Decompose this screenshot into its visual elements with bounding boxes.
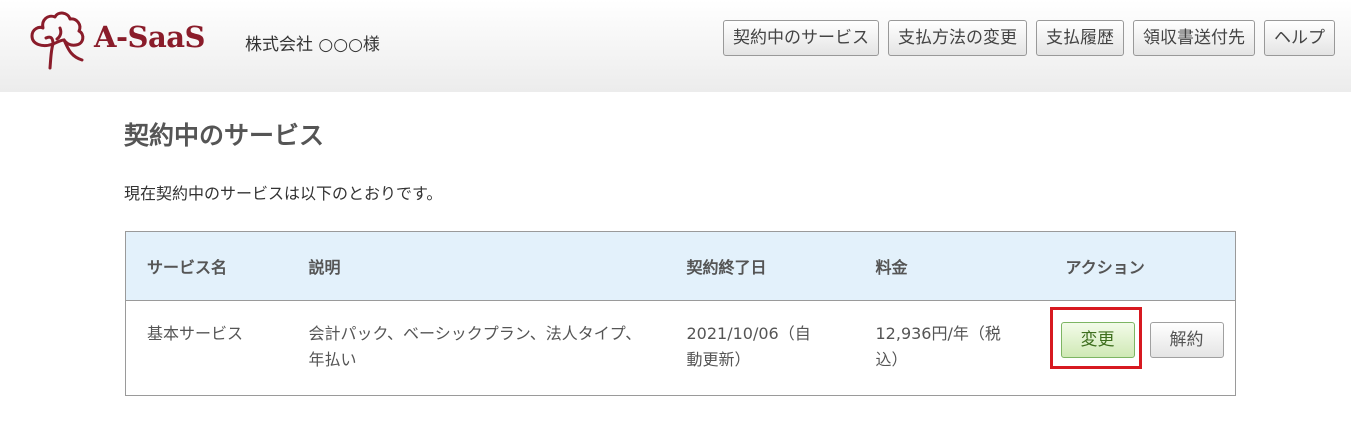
table-header-row: サービス名 説明 契約終了日 料金 アクション bbox=[125, 231, 1236, 301]
tree-logo-icon bbox=[30, 11, 85, 70]
table-row: 基本サービス 会計パック、ベーシックプラン、法人タイプ、年払い 2021/10/… bbox=[126, 301, 1236, 396]
page-title: 契約中のサービス bbox=[124, 121, 325, 150]
change-button[interactable]: 変更 bbox=[1060, 322, 1135, 358]
nav-payment-history-button[interactable]: 支払履歴 bbox=[1036, 20, 1124, 56]
company-name: 株式会社 ○○○様 bbox=[245, 35, 380, 55]
header-action: アクション bbox=[1044, 231, 1236, 301]
intro-text: 現在契約中のサービスは以下のとおりです。 bbox=[124, 184, 443, 203]
cell-description: 会計パック、ベーシックプラン、法人タイプ、年払い bbox=[308, 324, 642, 369]
brand-logo[interactable]: A-SaaS bbox=[24, 8, 214, 72]
nav-contracted-services-button[interactable]: 契約中のサービス bbox=[723, 20, 879, 56]
nav-receipt-address-button[interactable]: 領収書送付先 bbox=[1133, 20, 1255, 56]
top-nav: 契約中のサービス 支払方法の変更 支払履歴 領収書送付先 ヘルプ bbox=[723, 20, 1335, 56]
cell-actions: 変更 解約 bbox=[1045, 301, 1236, 396]
cancel-button[interactable]: 解約 bbox=[1149, 322, 1224, 358]
service-table: サービス名 説明 契約終了日 料金 アクション 基本サービス 会計パック、ベーシ… bbox=[125, 231, 1236, 396]
cell-end-date: 2021/10/06（自動更新） bbox=[686, 324, 811, 369]
nav-change-payment-button[interactable]: 支払方法の変更 bbox=[888, 20, 1027, 56]
cell-service-name: 基本サービス bbox=[147, 324, 244, 343]
header-service-name: サービス名 bbox=[125, 231, 288, 301]
logo-text: A-SaaS bbox=[94, 20, 206, 54]
header-description: 説明 bbox=[287, 231, 666, 301]
nav-help-button[interactable]: ヘルプ bbox=[1264, 20, 1335, 56]
header-end-date: 契約終了日 bbox=[665, 231, 855, 301]
header-price: 料金 bbox=[854, 231, 1045, 301]
cell-price: 12,936円/年（税込） bbox=[875, 324, 1001, 369]
app-header: A-SaaS 株式会社 ○○○様 契約中のサービス 支払方法の変更 支払履歴 領… bbox=[0, 0, 1351, 92]
